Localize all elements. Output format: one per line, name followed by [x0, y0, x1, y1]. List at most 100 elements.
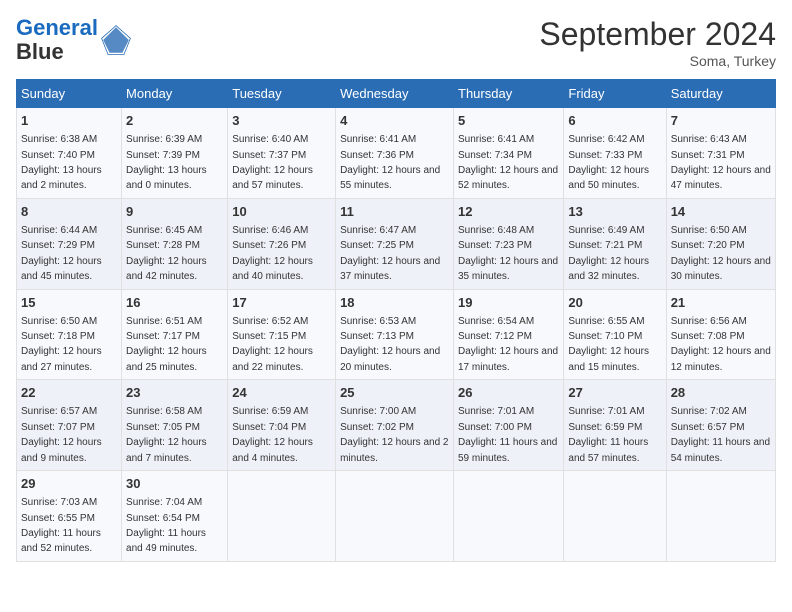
calendar-table: SundayMondayTuesdayWednesdayThursdayFrid… [16, 79, 776, 562]
calendar-cell: 25 Sunrise: 7:00 AMSunset: 7:02 PMDayligh… [336, 380, 454, 471]
day-number: 29 [21, 475, 117, 493]
day-info: Sunrise: 6:41 AMSunset: 7:34 PMDaylight:… [458, 134, 558, 191]
calendar-week-row: 22Sunrise: 6:57 AMSunset: 7:07 PMDayligh… [17, 380, 776, 471]
calendar-cell: 20Sunrise: 6:55 AMSunset: 7:10 PMDayligh… [564, 289, 666, 380]
day-number: 8 [21, 203, 117, 221]
col-header-tuesday: Tuesday [228, 80, 336, 108]
day-info: Sunrise: 7:01 AMSunset: 7:00 PMDaylight:… [458, 406, 557, 463]
col-header-monday: Monday [122, 80, 228, 108]
day-info: Sunrise: 6:50 AMSunset: 7:20 PMDaylight:… [671, 225, 771, 282]
day-number: 25 [340, 384, 449, 402]
location: Soma, Turkey [539, 53, 776, 69]
day-info: Sunrise: 6:58 AMSunset: 7:05 PMDaylight:… [126, 406, 207, 463]
calendar-cell [454, 471, 564, 562]
calendar-cell: 5 Sunrise: 6:41 AMSunset: 7:34 PMDaylight… [454, 108, 564, 199]
day-info: Sunrise: 6:50 AMSunset: 7:18 PMDaylight:… [21, 316, 102, 373]
day-number: 30 [126, 475, 223, 493]
day-number: 14 [671, 203, 771, 221]
calendar-cell: 10Sunrise: 6:46 AMSunset: 7:26 PMDayligh… [228, 198, 336, 289]
calendar-cell: 6 Sunrise: 6:42 AMSunset: 7:33 PMDaylight… [564, 108, 666, 199]
day-number: 12 [458, 203, 559, 221]
calendar-cell: 2 Sunrise: 6:39 AMSunset: 7:39 PMDaylight… [122, 108, 228, 199]
day-info: Sunrise: 6:39 AMSunset: 7:39 PMDaylight:… [126, 134, 207, 191]
day-number: 18 [340, 294, 449, 312]
calendar-cell: 7 Sunrise: 6:43 AMSunset: 7:31 PMDaylight… [666, 108, 775, 199]
day-number: 16 [126, 294, 223, 312]
day-info: Sunrise: 7:00 AMSunset: 7:02 PMDaylight:… [340, 406, 448, 463]
calendar-cell: 8Sunrise: 6:44 AMSunset: 7:29 PMDaylight… [17, 198, 122, 289]
day-info: Sunrise: 6:41 AMSunset: 7:36 PMDaylight:… [340, 134, 440, 191]
day-info: Sunrise: 6:49 AMSunset: 7:21 PMDaylight:… [568, 225, 649, 282]
day-number: 2 [126, 112, 223, 130]
col-header-thursday: Thursday [454, 80, 564, 108]
calendar-cell: 3 Sunrise: 6:40 AMSunset: 7:37 PMDaylight… [228, 108, 336, 199]
page-header: General Blue September 2024 Soma, Turkey [16, 16, 776, 69]
day-info: Sunrise: 6:56 AMSunset: 7:08 PMDaylight:… [671, 316, 771, 373]
day-info: Sunrise: 6:59 AMSunset: 7:04 PMDaylight:… [232, 406, 313, 463]
day-number: 19 [458, 294, 559, 312]
calendar-cell: 23 Sunrise: 6:58 AMSunset: 7:05 PMDayligh… [122, 380, 228, 471]
logo-text: General Blue [16, 16, 98, 64]
day-number: 27 [568, 384, 661, 402]
calendar-cell [228, 471, 336, 562]
day-info: Sunrise: 6:57 AMSunset: 7:07 PMDaylight:… [21, 406, 102, 463]
day-number: 23 [126, 384, 223, 402]
day-info: Sunrise: 6:52 AMSunset: 7:15 PMDaylight:… [232, 316, 313, 373]
day-info: Sunrise: 6:40 AMSunset: 7:37 PMDaylight:… [232, 134, 313, 191]
day-number: 17 [232, 294, 331, 312]
calendar-cell [666, 471, 775, 562]
calendar-cell [564, 471, 666, 562]
day-info: Sunrise: 7:04 AMSunset: 6:54 PMDaylight:… [126, 497, 206, 554]
day-number: 3 [232, 112, 331, 130]
calendar-cell: 24Sunrise: 6:59 AMSunset: 7:04 PMDayligh… [228, 380, 336, 471]
calendar-cell: 30 Sunrise: 7:04 AMSunset: 6:54 PMDayligh… [122, 471, 228, 562]
day-number: 5 [458, 112, 559, 130]
calendar-cell: 21 Sunrise: 6:56 AMSunset: 7:08 PMDayligh… [666, 289, 775, 380]
day-number: 1 [21, 112, 117, 130]
day-number: 9 [126, 203, 223, 221]
calendar-cell: 14 Sunrise: 6:50 AMSunset: 7:20 PMDayligh… [666, 198, 775, 289]
day-info: Sunrise: 6:45 AMSunset: 7:28 PMDaylight:… [126, 225, 207, 282]
day-number: 10 [232, 203, 331, 221]
day-info: Sunrise: 7:03 AMSunset: 6:55 PMDaylight:… [21, 497, 101, 554]
calendar-cell: 29 Sunrise: 7:03 AMSunset: 6:55 PMDayligh… [17, 471, 122, 562]
calendar-cell: 12 Sunrise: 6:48 AMSunset: 7:23 PMDayligh… [454, 198, 564, 289]
day-number: 20 [568, 294, 661, 312]
calendar-cell: 13 Sunrise: 6:49 AMSunset: 7:21 PMDayligh… [564, 198, 666, 289]
day-info: Sunrise: 6:53 AMSunset: 7:13 PMDaylight:… [340, 316, 440, 373]
day-number: 4 [340, 112, 449, 130]
logo: General Blue [16, 16, 132, 64]
day-number: 7 [671, 112, 771, 130]
day-number: 26 [458, 384, 559, 402]
calendar-week-row: 29 Sunrise: 7:03 AMSunset: 6:55 PMDayligh… [17, 471, 776, 562]
calendar-cell: 17 Sunrise: 6:52 AMSunset: 7:15 PMDayligh… [228, 289, 336, 380]
calendar-week-row: 15 Sunrise: 6:50 AMSunset: 7:18 PMDayligh… [17, 289, 776, 380]
day-number: 15 [21, 294, 117, 312]
calendar-cell: 18 Sunrise: 6:53 AMSunset: 7:13 PMDayligh… [336, 289, 454, 380]
day-info: Sunrise: 6:42 AMSunset: 7:33 PMDaylight:… [568, 134, 649, 191]
calendar-cell: 15 Sunrise: 6:50 AMSunset: 7:18 PMDayligh… [17, 289, 122, 380]
day-info: Sunrise: 6:48 AMSunset: 7:23 PMDaylight:… [458, 225, 558, 282]
day-info: Sunrise: 6:54 AMSunset: 7:12 PMDaylight:… [458, 316, 558, 373]
calendar-cell: 19 Sunrise: 6:54 AMSunset: 7:12 PMDayligh… [454, 289, 564, 380]
calendar-cell: 28Sunrise: 7:02 AMSunset: 6:57 PMDayligh… [666, 380, 775, 471]
calendar-week-row: 8Sunrise: 6:44 AMSunset: 7:29 PMDaylight… [17, 198, 776, 289]
day-number: 11 [340, 203, 449, 221]
day-info: Sunrise: 6:38 AMSunset: 7:40 PMDaylight:… [21, 134, 102, 191]
day-info: Sunrise: 7:01 AMSunset: 6:59 PMDaylight:… [568, 406, 648, 463]
day-number: 6 [568, 112, 661, 130]
calendar-cell: 4 Sunrise: 6:41 AMSunset: 7:36 PMDaylight… [336, 108, 454, 199]
calendar-cell [336, 471, 454, 562]
calendar-cell: 1 Sunrise: 6:38 AMSunset: 7:40 PMDaylight… [17, 108, 122, 199]
col-header-saturday: Saturday [666, 80, 775, 108]
calendar-cell: 16 Sunrise: 6:51 AMSunset: 7:17 PMDayligh… [122, 289, 228, 380]
day-number: 21 [671, 294, 771, 312]
calendar-cell: 22Sunrise: 6:57 AMSunset: 7:07 PMDayligh… [17, 380, 122, 471]
title-block: September 2024 Soma, Turkey [539, 16, 776, 69]
day-info: Sunrise: 6:51 AMSunset: 7:17 PMDaylight:… [126, 316, 207, 373]
day-number: 13 [568, 203, 661, 221]
calendar-cell: 27 Sunrise: 7:01 AMSunset: 6:59 PMDayligh… [564, 380, 666, 471]
calendar-header-row: SundayMondayTuesdayWednesdayThursdayFrid… [17, 80, 776, 108]
col-header-sunday: Sunday [17, 80, 122, 108]
day-info: Sunrise: 6:43 AMSunset: 7:31 PMDaylight:… [671, 134, 771, 191]
